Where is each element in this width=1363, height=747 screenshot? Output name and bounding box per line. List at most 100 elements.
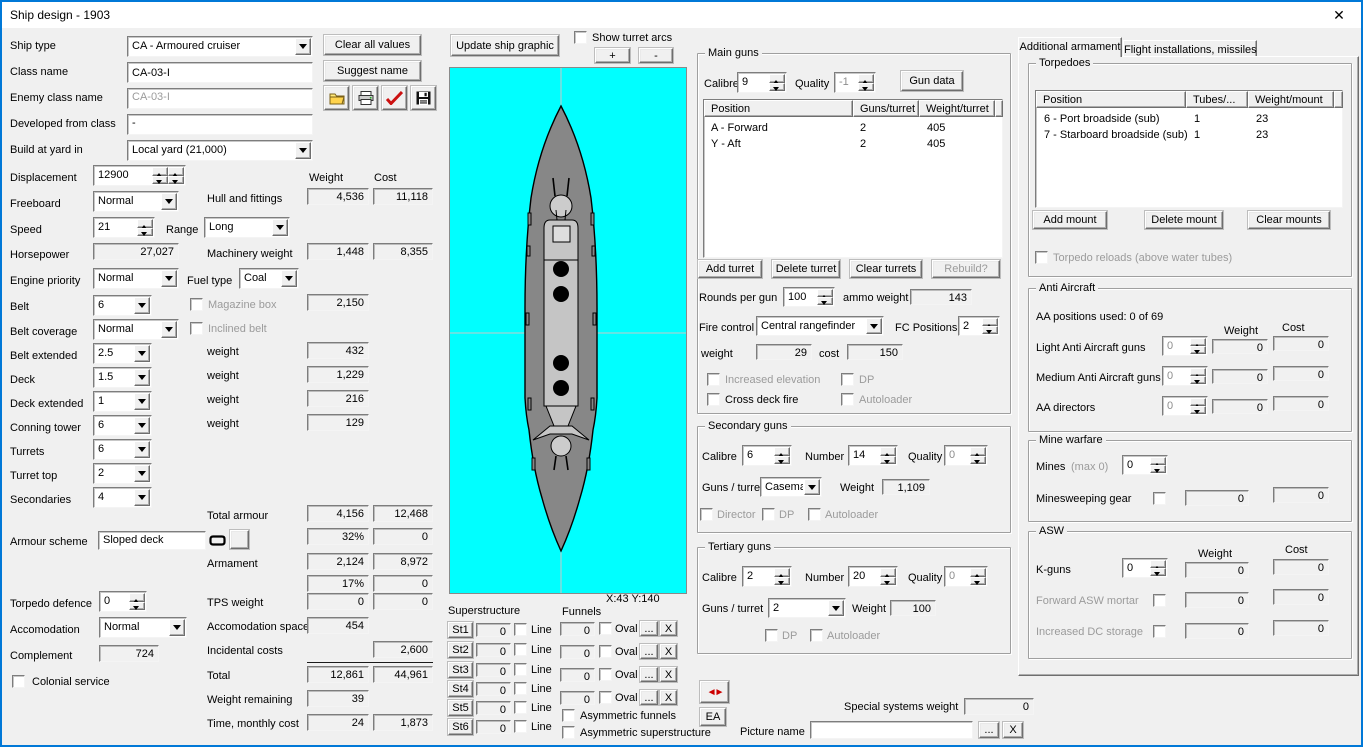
belt-select[interactable]: 6 [93,295,152,316]
picture-clear-button[interactable]: X [1003,722,1023,738]
table-row[interactable]: 7 - Starboard broadside (sub) [1044,129,1188,141]
spinner-arrows[interactable] [129,593,145,610]
magazine-box-checkbox[interactable] [190,298,203,311]
spinner-arrows[interactable] [152,167,168,184]
conning-tower-select[interactable]: 6 [93,415,152,436]
increased-dc-storage-checkbox[interactable] [1153,625,1166,638]
st2-button[interactable]: St2 [448,642,473,658]
table-row[interactable]: 6 - Port broadside (sub) [1044,113,1160,125]
spinner-arrows[interactable] [880,447,896,464]
funnel2-oval-checkbox[interactable] [599,645,612,658]
table-cell[interactable]: 405 [927,138,945,150]
table-cell[interactable]: 1 [1194,129,1200,141]
funnel4-oval-checkbox[interactable] [599,691,612,704]
speed-spinner[interactable]: 21 [93,217,155,238]
torpedoes-table[interactable]: Position Tubes/... Weight/mount 6 - Port… [1035,90,1343,208]
funnel3-delete-button[interactable]: X [660,667,677,682]
torpedo-defence-spinner[interactable]: 0 [99,591,147,612]
turret-top-select[interactable]: 2 [93,463,152,484]
aa-directors-spinner[interactable]: 0 [1162,396,1208,416]
colonial-service-checkbox[interactable] [12,675,25,688]
funnel1-oval-checkbox[interactable] [599,622,612,635]
st3-line-checkbox[interactable] [514,663,527,676]
torpedoes-col-weight[interactable]: Weight/mount [1248,91,1334,108]
delete-mount-button[interactable]: Delete mount [1145,211,1223,229]
secondary-calibre-spinner[interactable]: 6 [742,445,792,466]
chevron-down-icon[interactable] [161,270,177,287]
swap-view-button[interactable]: ◄► [700,681,729,703]
spinner-arrows[interactable] [970,568,986,585]
clear-mounts-button[interactable]: Clear mounts [1248,211,1330,229]
table-cell[interactable]: 2 [860,138,866,150]
spinner-arrows[interactable] [880,568,896,585]
medium-aa-spinner[interactable]: 0 [1162,366,1208,386]
deck-extended-select[interactable]: 1 [93,391,152,412]
spinner-arrows[interactable] [1190,368,1206,384]
spinner-arrows[interactable] [774,447,790,464]
chevron-down-icon[interactable] [134,417,150,434]
spinner-arrows[interactable] [970,447,986,464]
st6-line-checkbox[interactable] [514,720,527,733]
secondary-dp-checkbox[interactable] [762,508,775,521]
torpedoes-col-position[interactable]: Position [1036,91,1186,108]
close-icon[interactable]: ✕ [1317,2,1361,28]
tertiary-dp-checkbox[interactable] [765,629,778,642]
range-select[interactable]: Long [204,217,290,238]
funnel4-delete-button[interactable]: X [660,690,677,705]
secondary-gpt-select[interactable]: Casemates [760,477,822,497]
funnel3-oval-checkbox[interactable] [599,668,612,681]
spinner-arrows[interactable] [1190,398,1206,414]
table-row[interactable]: A - Forward [711,122,768,134]
chevron-down-icon[interactable] [169,619,185,636]
delete-turret-button[interactable]: Delete turret [772,260,840,278]
table-cell[interactable]: 1 [1194,113,1200,125]
chevron-down-icon[interactable] [295,142,311,159]
class-name-input[interactable] [127,62,313,83]
main-autoloader-checkbox[interactable] [841,393,854,406]
table-cell[interactable]: 2 [860,122,866,134]
st1-line-checkbox[interactable] [514,623,527,636]
belt-coverage-select[interactable]: Normal [93,319,179,340]
light-aa-spinner[interactable]: 0 [1162,336,1208,356]
suggest-name-button[interactable]: Suggest name [324,61,421,81]
tertiary-autoloader-checkbox[interactable] [810,629,823,642]
cross-deck-fire-checkbox[interactable] [707,393,720,406]
chevron-down-icon[interactable] [134,393,150,410]
st1-button[interactable]: St1 [448,622,473,638]
freeboard-select[interactable]: Normal [93,191,179,212]
tertiary-number-spinner[interactable]: 20 [848,566,898,587]
funnel1-delete-button[interactable]: X [660,621,677,636]
tertiary-quality-spinner[interactable]: 0 [944,566,988,587]
chevron-down-icon[interactable] [161,193,177,210]
belt-extended-select[interactable]: 2.5 [93,343,152,364]
show-turret-arcs-checkbox[interactable] [574,31,587,44]
clear-turrets-button[interactable]: Clear turrets [850,260,922,278]
st3-button[interactable]: St3 [448,662,473,678]
deck-select[interactable]: 1.5 [93,367,152,388]
clear-all-values-button[interactable]: Clear all values [324,35,421,55]
fuel-type-select[interactable]: Coal [239,268,299,289]
torpedo-reloads-checkbox[interactable] [1035,251,1048,264]
armour-scheme-input[interactable]: Sloped deck [98,531,206,550]
asymmetric-funnels-checkbox[interactable] [562,709,575,722]
minesweeping-gear-checkbox[interactable] [1153,492,1166,505]
chevron-down-icon[interactable] [134,465,150,482]
add-mount-button[interactable]: Add mount [1033,211,1107,229]
add-turret-button[interactable]: Add turret [698,260,762,278]
table-cell[interactable]: 23 [1256,129,1268,141]
spinner-arrows[interactable] [1150,560,1166,576]
spinner-arrows[interactable] [858,74,874,91]
secondary-autoloader-checkbox[interactable] [808,508,821,521]
accomodation-select[interactable]: Normal [99,617,187,638]
turrets-select[interactable]: 6 [93,439,152,460]
rounds-per-gun-spinner[interactable]: 100 [783,287,835,307]
asymmetric-superstructure-checkbox[interactable] [562,726,575,739]
st4-line-checkbox[interactable] [514,682,527,695]
chevron-down-icon[interactable] [281,270,297,287]
ship-graphic-canvas[interactable] [449,67,687,594]
main-guns-col-guns[interactable]: Guns/turret [853,100,919,117]
spinner-arrows[interactable] [1190,338,1206,354]
main-calibre-spinner[interactable]: 9 [737,72,787,93]
funnel4-more-button[interactable]: ... [640,690,658,705]
fc-positions-spinner[interactable]: 2 [958,316,1000,336]
